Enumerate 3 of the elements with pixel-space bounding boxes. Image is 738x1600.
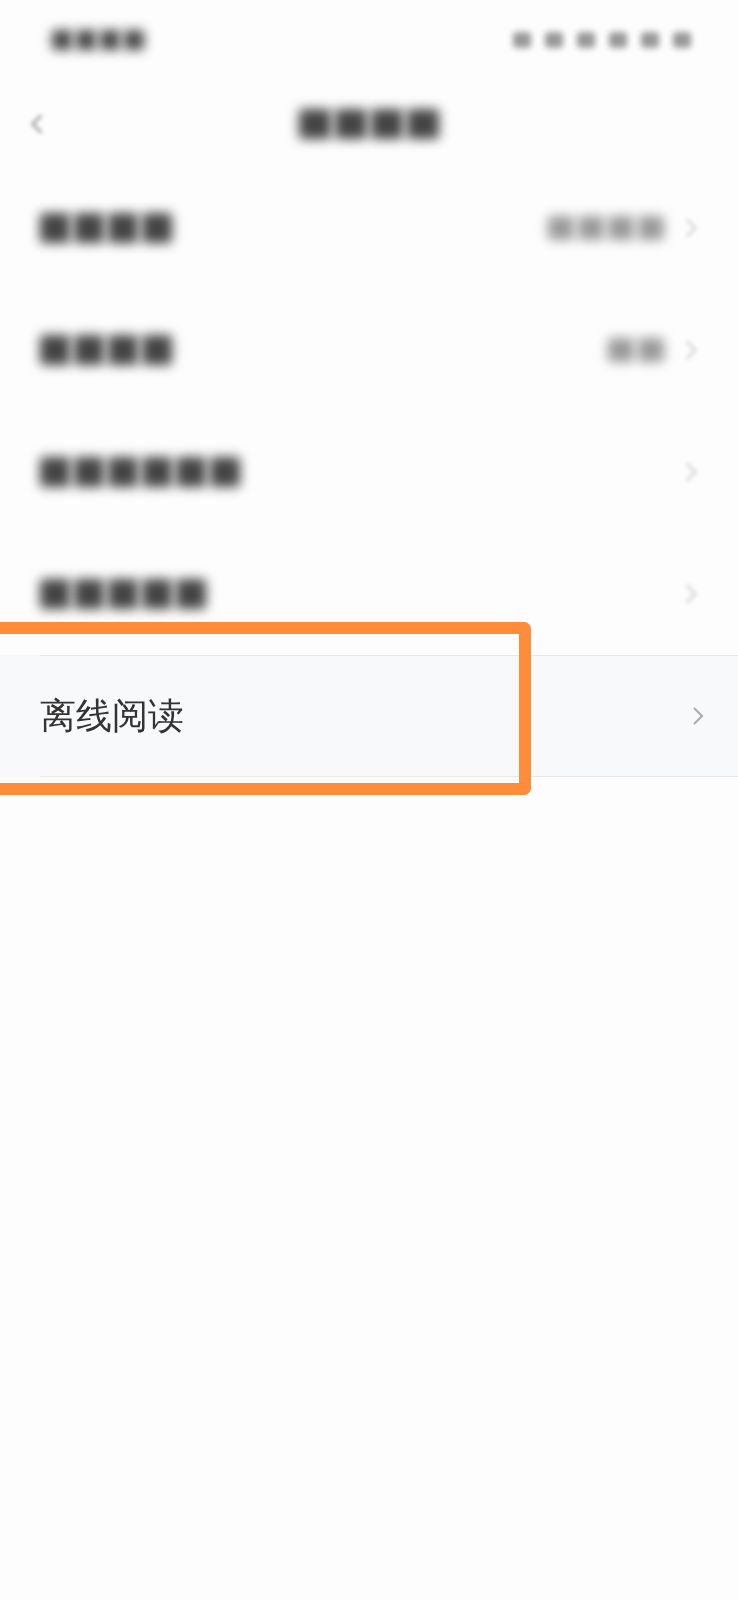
settings-row[interactable]: 离线阅读 <box>0 655 738 777</box>
row-label: 离线阅读 <box>40 694 184 738</box>
chevron-icon <box>692 706 704 726</box>
